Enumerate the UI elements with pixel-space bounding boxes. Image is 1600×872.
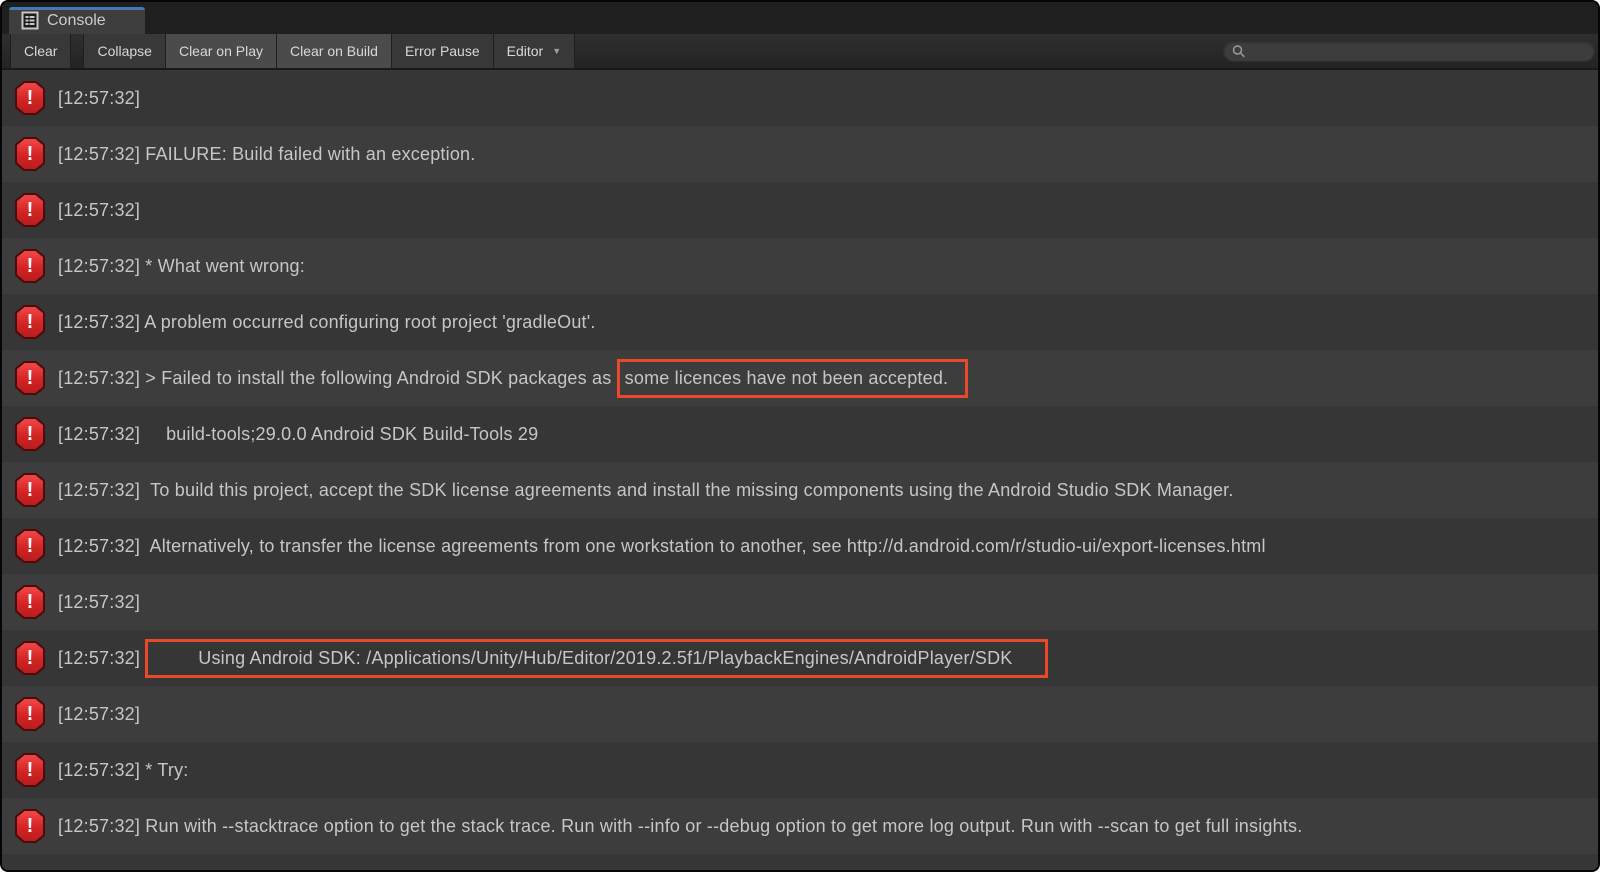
exclamation-glyph: ! [17,363,43,393]
log-row[interactable]: ! [12:57:32] build-tools;29.0.0 Android S… [2,406,1598,462]
log-message: [12:57:32] * Try: [58,760,188,781]
log-row[interactable]: ! [12:57:32] Using Android SDK: /Applicat… [2,630,1598,686]
error-octagon-icon: ! [15,137,45,171]
exclamation-glyph: ! [17,419,43,449]
log-timestamp: [12:57:32] [58,816,140,836]
log-timestamp: [12:57:32] [58,88,140,108]
error-octagon-icon: ! [15,361,45,395]
error-octagon-icon: ! [15,81,45,115]
error-octagon-icon: ! [15,585,45,619]
exclamation-glyph: ! [17,531,43,561]
error-octagon-icon: ! [15,249,45,283]
toolbar-button-clear-on-build[interactable]: Clear on Build [277,34,392,68]
toolbar-button-clear[interactable]: Clear [10,34,71,68]
log-message: [12:57:32] [58,200,140,221]
log-message: [12:57:32] > Failed to install the follo… [58,359,968,398]
search-box[interactable] [1223,41,1595,62]
toolbar-button-editor[interactable]: Editor ▼ [494,34,576,68]
exclamation-glyph: ! [17,643,43,673]
error-octagon-icon: ! [15,641,45,675]
exclamation-glyph: ! [17,755,43,785]
log-list: ! [12:57:32]! [12:57:32] FAILURE: Build fa… [2,70,1598,872]
toolbar-button-collapse[interactable]: Collapse [83,34,165,68]
exclamation-glyph: ! [17,139,43,169]
exclamation-glyph: ! [17,195,43,225]
log-message: [12:57:32] [58,704,140,725]
search-input[interactable] [1252,43,1586,60]
log-row[interactable]: ! [12:57:32] * Try: [2,742,1598,798]
console-icon [21,11,39,30]
log-row[interactable]: ! [12:57:32] [2,574,1598,630]
log-row[interactable]: ! [12:57:32] To build this project, accep… [2,462,1598,518]
error-octagon-icon: ! [15,305,45,339]
highlight-annotation-box: some licences have not been accepted. [617,359,969,398]
error-octagon-icon: ! [15,193,45,227]
log-row[interactable]: ! [12:57:32] [2,70,1598,126]
log-row[interactable]: ! [12:57:32] Run with --stacktrace option… [2,798,1598,854]
log-row[interactable]: ! [12:57:32] > Failed to install the foll… [2,350,1598,406]
log-timestamp: [12:57:32] [58,480,140,500]
log-message: [12:57:32] A problem occurred configurin… [58,312,596,333]
log-timestamp: [12:57:32] [58,256,140,276]
error-octagon-icon: ! [15,753,45,787]
log-timestamp: [12:57:32] [58,200,140,220]
log-message: [12:57:32] To build this project, accept… [58,480,1234,501]
log-timestamp: [12:57:32] [58,760,140,780]
toolbar-button-error-pause[interactable]: Error Pause [392,34,494,68]
log-message: [12:57:32] [58,88,140,109]
exclamation-glyph: ! [17,587,43,617]
log-message: [12:57:32] Using Android SDK: /Applicati… [58,639,1048,678]
exclamation-glyph: ! [17,307,43,337]
exclamation-glyph: ! [17,475,43,505]
log-timestamp: [12:57:32] [58,144,140,164]
exclamation-glyph: ! [17,83,43,113]
chevron-down-icon: ▼ [552,46,561,56]
toolbar-button-clear-on-play[interactable]: Clear on Play [166,34,277,68]
console-window: Console Clear Collapse Clear on Play Clear … [0,0,1600,872]
toolbar-buttons: Clear Collapse Clear on Play Clear on Build… [2,34,575,68]
tab-console[interactable]: Console [9,7,145,34]
log-row[interactable]: ! [12:57:32] [2,686,1598,742]
log-row[interactable]: ! [12:57:32] Alternatively, to transfer t… [2,518,1598,574]
error-octagon-icon: ! [15,529,45,563]
log-row[interactable]: ! [12:57:32] A problem occurred configuri… [2,294,1598,350]
error-octagon-icon: ! [15,473,45,507]
log-message: [12:57:32] Alternatively, to transfer th… [58,536,1266,557]
error-octagon-icon: ! [15,417,45,451]
log-timestamp: [12:57:32] [58,536,140,556]
toolbar-button-label: Collapse [97,43,151,59]
search-icon [1232,44,1246,58]
toolbar-button-label: Editor [507,43,544,59]
highlight-annotation-box: Using Android SDK: /Applications/Unity/H… [145,639,1047,678]
exclamation-glyph: ! [17,251,43,281]
tab-label: Console [47,12,106,30]
log-message: [12:57:32] [58,592,140,613]
log-message: [12:57:32] FAILURE: Build failed with an… [58,144,475,165]
exclamation-glyph: ! [17,699,43,729]
toolbar-button-label: Clear on Play [179,43,263,59]
log-row[interactable]: ! [12:57:32] * What went wrong: [2,238,1598,294]
log-timestamp: [12:57:32] [58,368,140,388]
log-row[interactable]: ! [12:57:32] [2,182,1598,238]
log-message: [12:57:32] Run with --stacktrace option … [58,816,1302,837]
log-message: [12:57:32] build-tools;29.0.0 Android SD… [58,424,538,445]
error-octagon-icon: ! [15,697,45,731]
toolbar-button-label: Error Pause [405,43,480,59]
log-timestamp: [12:57:32] [58,312,140,332]
log-timestamp: [12:57:32] [58,592,140,612]
console-toolbar: Clear Collapse Clear on Play Clear on Build… [2,34,1598,70]
log-timestamp: [12:57:32] [58,424,140,444]
log-timestamp: [12:57:32] [58,704,140,724]
exclamation-glyph: ! [17,811,43,841]
toolbar-button-label: Clear on Build [290,43,378,59]
log-row[interactable]: ! [12:57:32] FAILURE: Build failed with a… [2,126,1598,182]
error-octagon-icon: ! [15,809,45,843]
toolbar-button-label: Clear [24,43,57,59]
tab-bar: Console [2,2,1598,34]
log-timestamp: [12:57:32] [58,648,140,668]
log-message: [12:57:32] * What went wrong: [58,256,305,277]
